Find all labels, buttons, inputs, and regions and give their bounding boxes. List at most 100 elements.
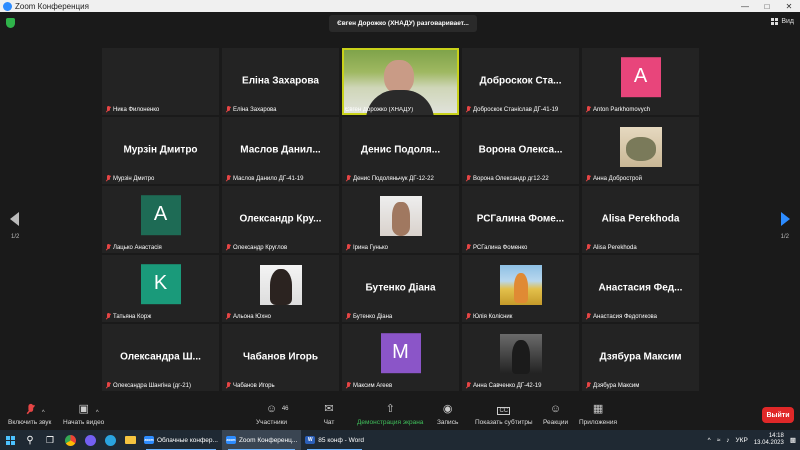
mic-muted-icon (585, 313, 591, 320)
participant-tile[interactable]: Ворона Олекса... Ворона Олександр дг12-22 (462, 117, 579, 184)
clock-date: 13.04.2023 (753, 440, 784, 446)
participant-tile[interactable]: M Максим Агеев (342, 324, 459, 391)
apps-button[interactable]: ▦ Приложения (579, 402, 617, 426)
participant-photo (379, 196, 422, 236)
mic-muted-icon (225, 313, 231, 320)
participant-name-label: Денис Подоляньчук ДГ-12-22 (345, 175, 457, 182)
participant-photo (499, 334, 542, 374)
participant-tile[interactable]: Анна Добрострой (582, 117, 699, 184)
mic-muted-icon (345, 244, 351, 251)
chevron-up-icon[interactable]: ^ (42, 406, 45, 420)
volume-icon[interactable]: ♪ (726, 437, 729, 444)
participant-tile[interactable]: Alisa Perekhoda Alisa Perekhoda (582, 186, 699, 253)
task-view-icon[interactable]: ❐ (40, 430, 60, 450)
next-page-icon[interactable] (781, 212, 790, 226)
participant-tile[interactable]: A Лацько Анастасія (102, 186, 219, 253)
participant-name: Олександр Круглов (233, 244, 288, 251)
participant-display-name: Alisa Perekhoda (601, 212, 680, 224)
participant-name: Ірина Гунько (353, 244, 388, 251)
chevron-up-icon[interactable]: ^ (96, 406, 99, 420)
wifi-icon[interactable]: ≈ (717, 437, 721, 444)
participant-tile[interactable]: Маслов Данил... Маслов Данило ДГ-41-19 (222, 117, 339, 184)
apps-icon: ▦ (592, 403, 604, 415)
share-screen-button[interactable]: ⇧ Демонстрация экрана (357, 402, 423, 426)
leave-button[interactable]: Выйти (762, 407, 794, 423)
reactions-icon: ☺ (549, 403, 562, 415)
participant-display-name: Мурзін Дмитро (123, 143, 198, 155)
mic-muted-icon (345, 313, 351, 320)
mic-muted-icon (225, 106, 231, 113)
participant-name-label: Татьяна Корж (105, 313, 217, 320)
participant-avatar: K (140, 263, 181, 304)
participant-tile[interactable]: Дзябура Максим Дзябура Максим (582, 324, 699, 391)
taskbar-app[interactable]: zoom Zoom Конференц... (221, 430, 302, 450)
search-icon[interactable]: ⚲ (20, 430, 40, 450)
participant-tile[interactable]: Євген Дорожко (ХНАДУ) (342, 48, 459, 115)
file-explorer-icon[interactable] (120, 430, 140, 450)
participant-name-label: Ника Филоненко (105, 106, 217, 113)
participant-name: Юлія Колісник (473, 313, 513, 320)
view-button[interactable]: Вид (771, 18, 794, 25)
participant-name-label: Чабанов Игорь (225, 382, 337, 389)
participant-tile[interactable]: РСГалина Фоме... РСГалина Фоменко (462, 186, 579, 253)
participant-name-label: Анна Савченко ДГ-42-19 (465, 382, 577, 389)
participant-tile[interactable]: Ника Филоненко (102, 48, 219, 115)
unmute-button[interactable]: ^ Включить звук (8, 402, 51, 426)
apps-label: Приложения (579, 419, 618, 426)
participant-display-name: РСГалина Фоме... (476, 212, 565, 224)
participant-name: Максим Агеев (353, 382, 393, 389)
previous-page-icon[interactable] (10, 212, 19, 226)
maximize-icon[interactable]: □ (756, 2, 778, 11)
clock[interactable]: 14:18 13.04.2023 (754, 433, 784, 447)
telegram-icon[interactable] (100, 430, 120, 450)
participant-tile[interactable]: Олександр Кру... Олександр Круглов (222, 186, 339, 253)
participant-tile[interactable]: Анастасия Фед... Анастасия Федотикова (582, 255, 699, 322)
language-indicator[interactable]: УКР (736, 437, 748, 444)
reactions-button[interactable]: ☺ Реакции (543, 402, 568, 426)
minimize-icon[interactable]: — (734, 2, 756, 11)
video-off-icon: ▣ ^ (77, 402, 98, 416)
taskbar-app[interactable]: W 85 конф - Word (301, 430, 368, 450)
viber-icon[interactable] (80, 430, 100, 450)
participant-tile[interactable]: Ірина Гунько (342, 186, 459, 253)
participant-tile[interactable]: Олександра Ш... Олександра Шангіна (дг-21… (102, 324, 219, 391)
zoom-icon: zoom (225, 436, 236, 444)
participants-button[interactable]: ☺ 46 Участники (256, 402, 289, 426)
participant-tile[interactable]: Денис Подоля... Денис Подоляньчук ДГ-12-2… (342, 117, 459, 184)
chevron-up-icon[interactable]: ^ (708, 437, 711, 444)
chat-button[interactable]: ✉ Чат (322, 402, 336, 426)
participant-name-label: Доброскок Станіслав ДГ-41-19 (465, 106, 577, 113)
notifications-icon[interactable]: ▩ (790, 436, 796, 444)
record-button[interactable]: ◉ Запись (437, 402, 458, 426)
chrome-icon[interactable] (60, 430, 80, 450)
participant-tile[interactable]: Бутенко Діана Бутенко Діана (342, 255, 459, 322)
record-icon: ◉ (442, 403, 453, 415)
participant-tile[interactable]: A Anton Parkhomovych (582, 48, 699, 115)
participant-tile[interactable]: Доброскок Ста... Доброскок Станіслав ДГ-4… (462, 48, 579, 115)
participant-gallery: Ника Филоненко Еліна Захарова Еліна Захаро… (102, 48, 699, 392)
participant-video (344, 50, 457, 115)
participant-photo (619, 127, 662, 167)
participant-tile[interactable]: Альона Юхно (222, 255, 339, 322)
word-icon: W (305, 436, 316, 444)
participant-tile[interactable]: Анна Савченко ДГ-42-19 (462, 324, 579, 391)
participant-tile[interactable]: Еліна Захарова Еліна Захарова (222, 48, 339, 115)
participant-tile[interactable]: K Татьяна Корж (102, 255, 219, 322)
participant-display-name: Денис Подоля... (360, 143, 441, 155)
participant-name-label: РСГалина Фоменко (465, 244, 577, 251)
window-titlebar: Zoom Конференция — □ ✕ (0, 0, 800, 12)
windows-start-icon[interactable] (0, 430, 20, 450)
participant-tile[interactable]: Мурзін Дмитро Мурзін Дмитро (102, 117, 219, 184)
participant-tile[interactable]: Чабанов Игорь Чабанов Игорь (222, 324, 339, 391)
mic-muted-icon (465, 244, 471, 251)
chat-label: Чат (323, 419, 335, 426)
security-shield-icon[interactable] (6, 18, 15, 28)
taskbar-app[interactable]: zoom Облачные конфер... (140, 430, 222, 450)
participant-name: Anton Parkhomovych (593, 106, 651, 113)
participant-name-label: Дзябура Максим (585, 382, 697, 389)
captions-button[interactable]: CC Показать субтитры (475, 402, 533, 426)
participant-display-name: Еліна Захарова (242, 74, 319, 86)
participant-tile[interactable]: Юлія Колісник (462, 255, 579, 322)
start-video-button[interactable]: ▣ ^ Начать видео (63, 402, 104, 426)
close-icon[interactable]: ✕ (778, 2, 800, 11)
